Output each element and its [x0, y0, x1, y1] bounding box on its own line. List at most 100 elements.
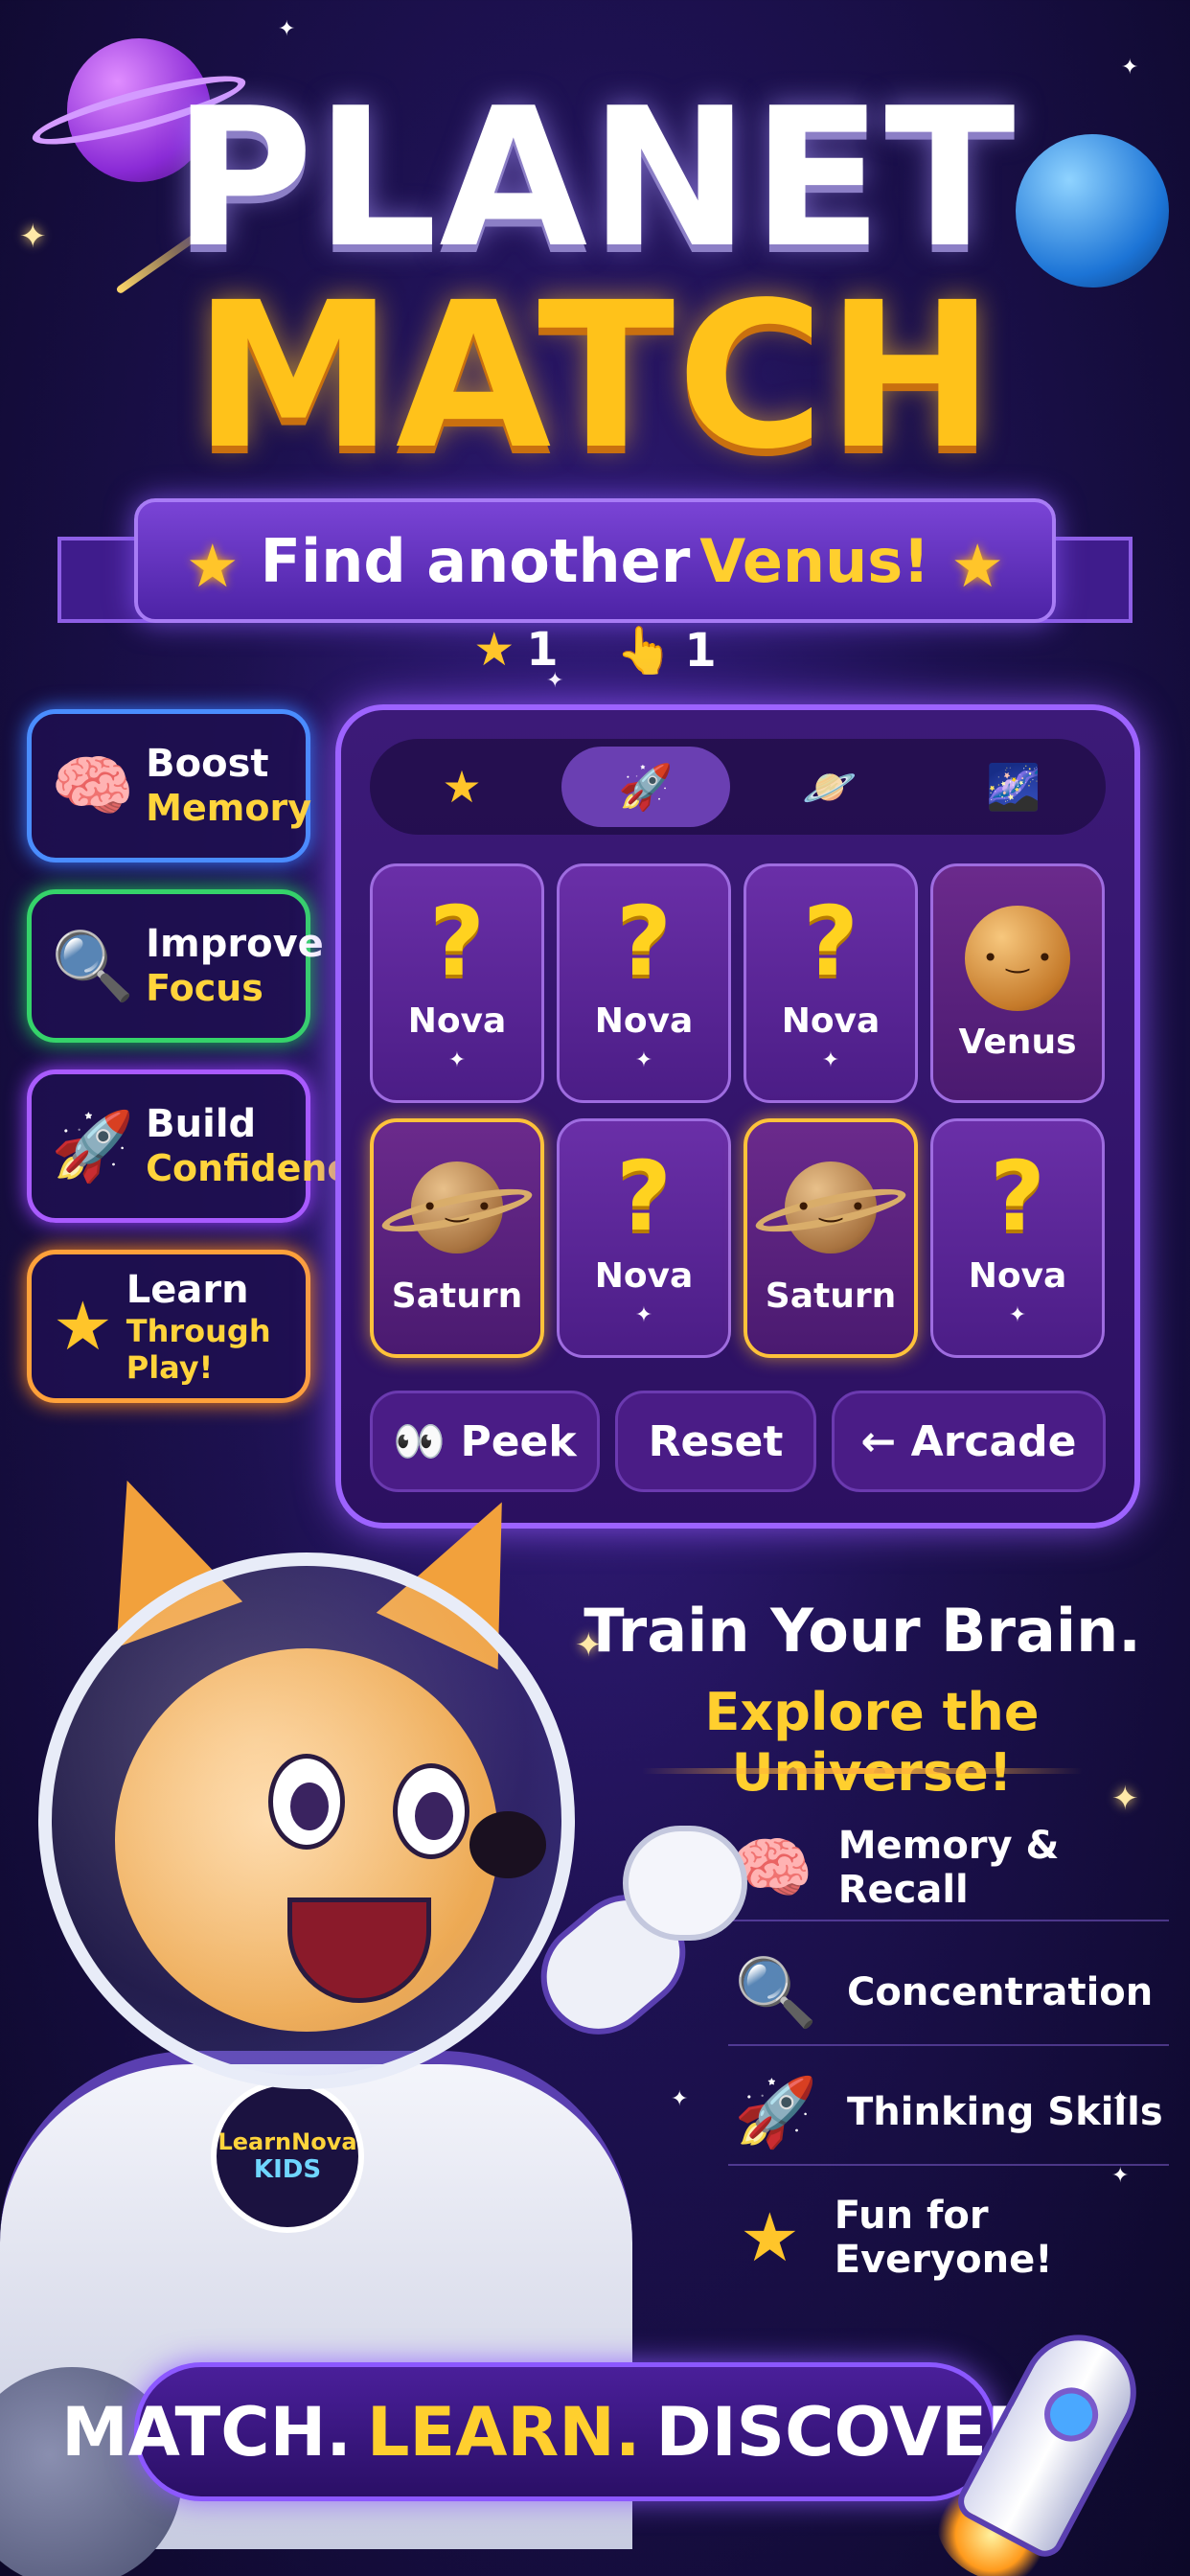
- question-mark-icon: ?: [428, 886, 485, 998]
- card-label: Saturn: [391, 1276, 523, 1316]
- star-icon: ★: [473, 623, 515, 677]
- stars-stat: ★ 1: [473, 623, 558, 678]
- fox-nose: [469, 1811, 546, 1878]
- memory-card[interactable]: ? Nova ✦: [930, 1118, 1105, 1358]
- memory-card[interactable]: ? Nova ✦: [370, 863, 544, 1103]
- badge-line1: LearnNova: [217, 2128, 357, 2155]
- stars-count: 1: [526, 623, 559, 677]
- sparkle-icon: ✦: [634, 1303, 653, 1327]
- feature-thinking-skills: 🚀 Thinking Skills: [728, 2060, 1169, 2166]
- feature-line2: Focus: [146, 967, 263, 1010]
- reset-button[interactable]: Reset: [615, 1391, 816, 1492]
- card-label: Nova: [594, 1001, 694, 1041]
- bottom-word-match: MATCH.: [61, 2392, 352, 2472]
- memory-card[interactable]: ? Nova ✦: [557, 1118, 731, 1358]
- feature-build-confidence: 🚀 Build Confidence: [27, 1070, 374, 1223]
- memory-card-saturn[interactable]: • ‿ • Saturn: [744, 1118, 918, 1358]
- memory-card[interactable]: ? Nova ✦: [557, 863, 731, 1103]
- feature-concentration: 🔍 Concentration: [728, 1941, 1169, 2046]
- tab-planets[interactable]: 🪐: [745, 747, 914, 827]
- star-icon: ★: [52, 1287, 113, 1366]
- sparkle-icon: ✦: [278, 17, 296, 41]
- feature-line1: Boost: [146, 742, 269, 787]
- learnnova-badge: LearnNova KIDS: [211, 2080, 364, 2233]
- card-label: Nova: [407, 1001, 507, 1041]
- feature-fun-for-everyone: ★ Fun for Everyone!: [728, 2185, 1169, 2290]
- card-label: Saturn: [765, 1276, 897, 1316]
- smile-face-icon: • ‿ •: [422, 1191, 492, 1223]
- sparkle-icon: ✦: [1111, 2164, 1130, 2188]
- peek-button[interactable]: 👀 Peek: [370, 1391, 600, 1492]
- pupil: [290, 1782, 329, 1830]
- rocket-icon: 🚀: [618, 760, 674, 813]
- saturn-planet-icon: • ‿ •: [752, 1161, 909, 1254]
- title-match: MATCH: [193, 259, 997, 494]
- tab-stars[interactable]: ★: [378, 747, 546, 827]
- bottom-word-learn: LEARN.: [366, 2392, 641, 2472]
- question-mark-icon: ?: [615, 1140, 672, 1253]
- feature-label: Fun for Everyone!: [834, 2194, 1053, 2282]
- smile-face-icon: • ‿ •: [982, 942, 1053, 974]
- prompt-ribbon: ★ Find another Venus! ★: [134, 498, 1056, 623]
- galaxy-icon: 🌌: [986, 760, 1041, 813]
- feature-label: Memory & Recall: [837, 1824, 1060, 1912]
- rocket-window: [1035, 2378, 1108, 2451]
- magnifier-icon: 🔍: [734, 1952, 818, 2032]
- tab-rockets[interactable]: 🚀: [561, 747, 730, 827]
- taps-stat: 👆 1: [616, 623, 717, 678]
- brain-icon: 🧠: [51, 747, 135, 825]
- card-grid: ? Nova ✦ ? Nova ✦ ? Nova ✦ • ‿ • Venus •…: [370, 863, 1106, 1358]
- sparkle-icon: ✦: [821, 1048, 840, 1072]
- card-label: Nova: [781, 1001, 881, 1041]
- tagline-underline: [642, 1768, 1083, 1774]
- game-panel: ★ 🚀 🪐 🌌 ? Nova ✦ ? Nova ✦ ? Nova ✦ • ‿ •…: [335, 704, 1140, 1529]
- planet-icon: 🪐: [802, 760, 858, 813]
- feature-line1: Learn: [126, 1267, 249, 1312]
- feature-learn-through-play: ★ Learn Through Play!: [27, 1250, 310, 1403]
- star-icon: ★: [186, 531, 240, 601]
- score-stats: ★ 1 👆 1: [0, 623, 1190, 678]
- question-mark-icon: ?: [615, 886, 672, 998]
- magnifier-icon: 🔍: [51, 927, 135, 1005]
- memory-card-saturn[interactable]: • ‿ • Saturn: [370, 1118, 544, 1358]
- arcade-button[interactable]: ← Arcade: [832, 1391, 1106, 1492]
- tagline-line2: Explore the Universe!: [704, 1682, 1040, 1803]
- card-label: Nova: [594, 1256, 694, 1296]
- pointer-hand-icon: 👆: [615, 624, 674, 678]
- fox-eye-right: [393, 1763, 469, 1859]
- card-label: Venus: [958, 1022, 1077, 1062]
- taps-count: 1: [684, 624, 717, 678]
- feature-line2: Memory: [146, 787, 311, 830]
- smile-face-icon: • ‿ •: [795, 1191, 866, 1223]
- sparkle-icon: ✦: [1008, 1303, 1027, 1327]
- star-icon: ★: [740, 2198, 800, 2277]
- feature-improve-focus: 🔍 Improve Focus: [27, 889, 324, 1043]
- saturn-planet-icon: • ‿ •: [378, 1161, 536, 1254]
- bottom-banner: MATCH. LEARN. DISCOVER!: [61, 2362, 1069, 2501]
- badge-line2: KIDS: [253, 2155, 322, 2184]
- question-mark-icon: ?: [989, 1140, 1045, 1253]
- star-icon: ★: [950, 531, 1004, 601]
- tab-galaxy[interactable]: 🌌: [929, 747, 1098, 827]
- card-label: Nova: [968, 1256, 1067, 1296]
- memory-card[interactable]: ? Nova ✦: [744, 863, 918, 1103]
- fox-eye-left: [268, 1754, 345, 1850]
- rocket-icon: 🚀: [734, 2072, 818, 2151]
- question-mark-icon: ?: [802, 886, 858, 998]
- action-bar: 👀 Peek Reset ← Arcade: [370, 1391, 1106, 1492]
- prompt-target: Venus!: [699, 525, 930, 596]
- memory-card-venus[interactable]: • ‿ • Venus: [930, 863, 1105, 1103]
- sparkle-icon: ✦: [634, 1048, 653, 1072]
- star-icon: ★: [442, 761, 482, 813]
- feature-line2: Through Play!: [126, 1312, 271, 1386]
- feature-label: Concentration: [847, 1970, 1154, 2014]
- sparkle-icon: ✦: [671, 2087, 689, 2111]
- rocket-icon: 🚀: [51, 1107, 135, 1185]
- venus-planet-icon: • ‿ •: [965, 905, 1070, 1011]
- feature-line1: Improve: [146, 922, 324, 967]
- tagline-line1: Train Your Brain.: [584, 1596, 1141, 1666]
- feature-label: Thinking Skills: [847, 2090, 1163, 2134]
- category-tabs: ★ 🚀 🪐 🌌: [370, 739, 1106, 835]
- feature-memory-recall: 🧠 Memory & Recall: [728, 1816, 1169, 1921]
- feature-boost-memory: 🧠 Boost Memory: [27, 709, 311, 862]
